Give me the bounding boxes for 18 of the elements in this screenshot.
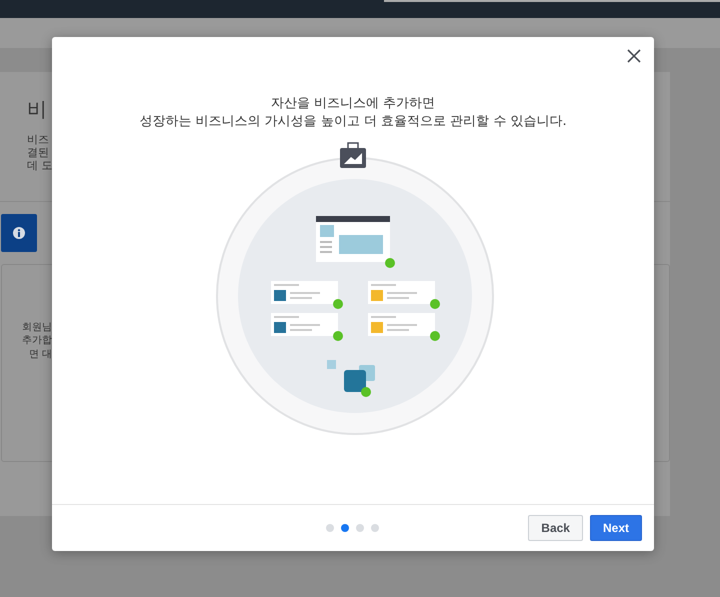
description-text: 비즈 (27, 133, 50, 146)
page-dot[interactable] (341, 524, 349, 532)
page-dot[interactable] (326, 524, 334, 532)
next-button[interactable]: Next (590, 515, 642, 541)
description-text: 결된 (27, 146, 50, 160)
info-icon (13, 226, 25, 239)
info-text: 면 대 (28, 348, 52, 362)
info-tab[interactable] (1, 214, 37, 252)
info-text: 추가합 (21, 334, 52, 348)
page-heading: 비 (27, 96, 47, 123)
description-text: 데 도 (27, 159, 54, 173)
page-dot[interactable] (356, 524, 364, 532)
back-button[interactable]: Back (528, 515, 583, 541)
page-dot[interactable] (371, 524, 379, 532)
close-icon[interactable] (627, 49, 641, 63)
info-text: 회원님 (21, 320, 52, 334)
dialog-title: 성장하는 비즈니스의 가시성을 높이고 더 효율적으로 관리할 수 있습니다. (138, 113, 568, 131)
dialog-title: 자산을 비즈니스에 추가하면 (270, 95, 436, 113)
